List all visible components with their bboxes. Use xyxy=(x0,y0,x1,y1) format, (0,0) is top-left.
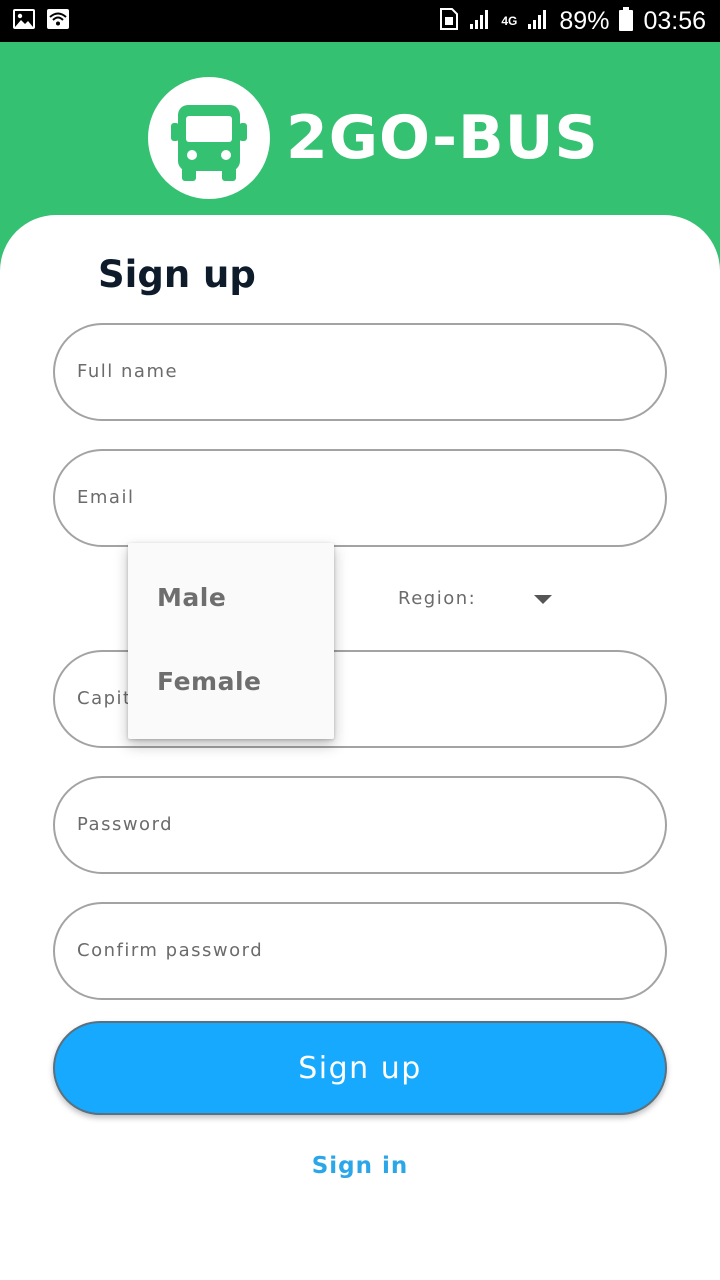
password-placeholder: Password xyxy=(77,814,174,835)
password-field[interactable]: Password xyxy=(53,776,667,874)
capital-placeholder: Capit xyxy=(77,688,132,709)
confirm-password-placeholder: Confirm password xyxy=(77,940,264,961)
battery-percent: 89% xyxy=(559,6,610,35)
image-icon xyxy=(12,8,36,34)
clock: 03:56 xyxy=(643,6,706,35)
full-name-placeholder: Full name xyxy=(77,361,179,382)
sign-in-link[interactable]: Sign in xyxy=(0,1150,720,1182)
page-title: Sign up xyxy=(98,253,256,296)
gender-dropdown-menu: Male Female xyxy=(128,543,334,739)
full-name-field[interactable]: Full name xyxy=(53,323,667,421)
dropdown-option-male[interactable]: Male xyxy=(157,556,226,640)
bus-icon xyxy=(171,105,247,181)
wifi-icon xyxy=(46,8,70,34)
brand-name: 2GO-BUS xyxy=(286,103,599,173)
confirm-password-field[interactable]: Confirm password xyxy=(53,902,667,1000)
network-type: 4G xyxy=(501,14,518,28)
battery-icon xyxy=(619,7,634,35)
region-select-label[interactable]: Region: xyxy=(398,587,476,611)
sign-up-button[interactable]: Sign up xyxy=(53,1021,667,1115)
email-field[interactable]: Email xyxy=(53,449,667,547)
status-bar-left xyxy=(12,8,70,34)
sim-icon xyxy=(439,7,459,35)
email-placeholder: Email xyxy=(77,487,135,508)
chevron-down-icon[interactable] xyxy=(534,595,552,604)
status-bar-right: 4G 89% 03:56 xyxy=(439,7,706,36)
status-bar: 4G 89% 03:56 xyxy=(0,0,720,42)
signal-icon xyxy=(527,8,549,34)
signal-icon xyxy=(469,8,491,34)
logo xyxy=(148,77,270,199)
dropdown-option-female[interactable]: Female xyxy=(157,640,261,724)
